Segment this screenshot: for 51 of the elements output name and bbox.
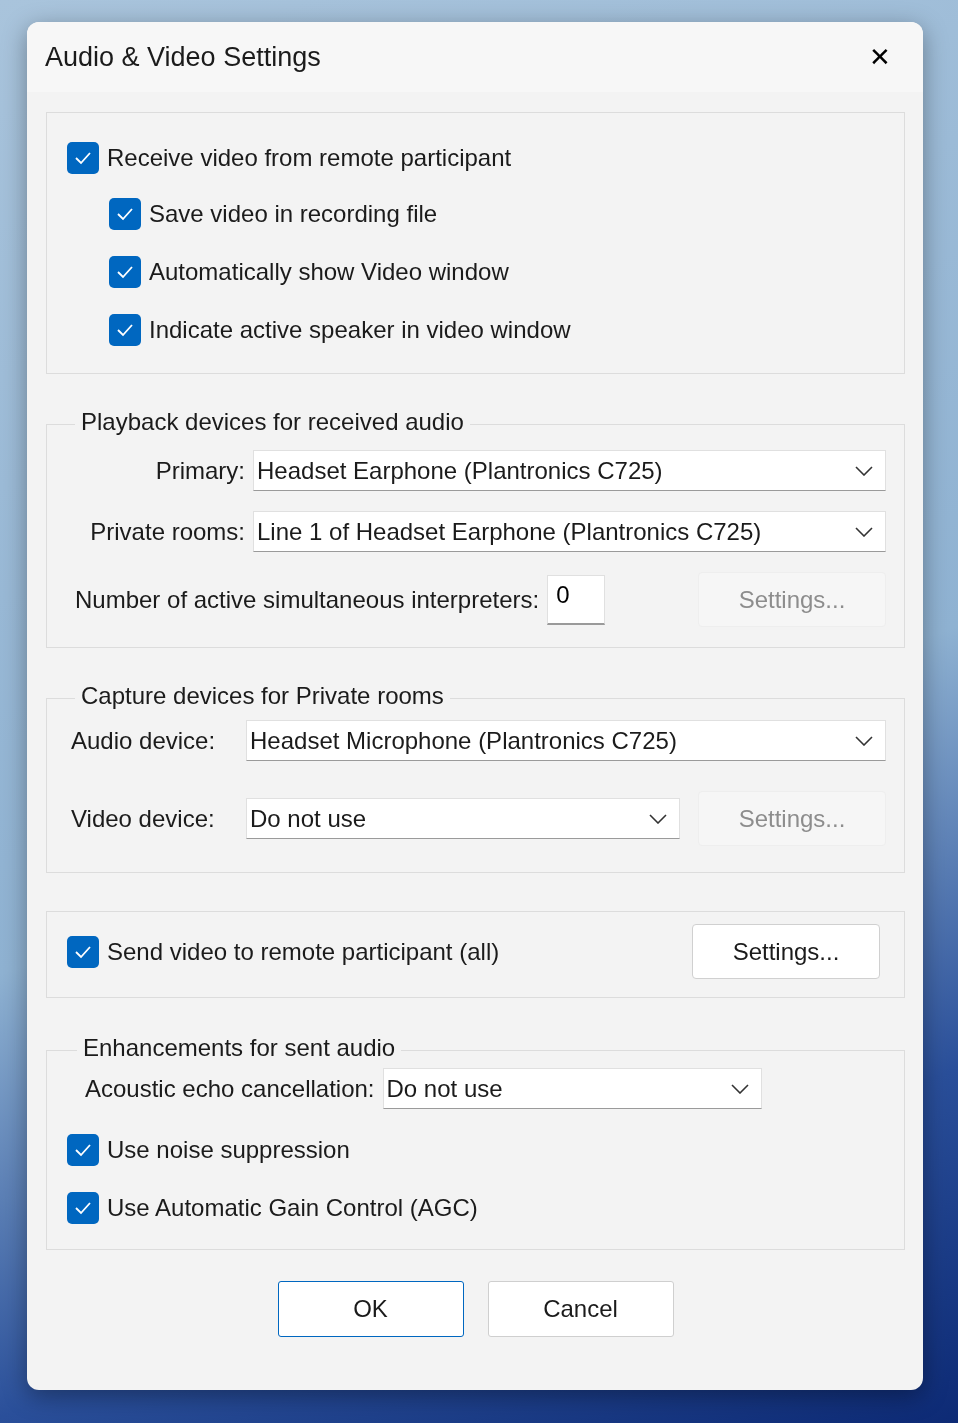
field-label: Primary: (154, 455, 245, 486)
checkbox[interactable] (109, 256, 141, 288)
chevron-down-icon (855, 465, 873, 476)
checkmark-icon (74, 1143, 92, 1157)
checkmark-icon (116, 207, 134, 221)
checkmark-icon (74, 944, 92, 959)
chevron-down-icon (649, 813, 667, 824)
dropdown-value: Headset Microphone (Plantronics C725) (250, 725, 677, 756)
field-label: Video device: (71, 803, 216, 834)
settings-button[interactable]: Settings... (692, 924, 880, 979)
checkbox[interactable] (67, 935, 99, 968)
field-label: Audio device: (71, 725, 217, 756)
checkbox-label[interactable]: Use Automatic Gain Control (AGC) (107, 1190, 478, 1226)
checkbox-label[interactable]: Receive video from remote participant (107, 140, 512, 176)
dropdown-value: Do not use (386, 1073, 503, 1104)
chevron-down-icon (855, 526, 873, 537)
dropdown[interactable]: Headset Microphone (Plantronics C725) (246, 720, 886, 761)
checkbox[interactable] (109, 198, 141, 230)
field-label: Acoustic echo cancellation: (85, 1073, 375, 1104)
chevron-down-icon (855, 735, 873, 746)
checkbox-label[interactable]: Use noise suppression (107, 1132, 350, 1168)
dropdown-value: Headset Earphone (Plantronics C725) (257, 455, 663, 486)
checkbox[interactable] (67, 142, 99, 174)
dropdown-value: Do not use (250, 803, 367, 834)
checkbox-label[interactable]: Save video in recording file (149, 196, 438, 232)
chevron-down-icon (730, 1083, 749, 1094)
checkbox[interactable] (67, 1192, 99, 1224)
field-label: Number of active simultaneous interpreters: (75, 584, 540, 615)
checkbox-label[interactable]: Automatically show Video window (149, 254, 509, 290)
field-label: Private rooms: (89, 516, 245, 547)
group-title: Playback devices for received audio (80, 410, 465, 434)
checkmark-icon (116, 323, 134, 337)
group-title: Enhancements for sent audio (82, 1036, 397, 1060)
checkbox[interactable] (109, 314, 141, 346)
close-button[interactable]: ✕ (855, 44, 905, 70)
dropdown-value: Line 1 of Headset Earphone (Plantronics C725) (257, 516, 762, 547)
checkbox-label[interactable]: Send video to remote participant (all) (107, 933, 500, 970)
checkbox-label[interactable]: Indicate active speaker in video window (149, 312, 571, 348)
checkmark-icon (74, 151, 92, 165)
dropdown[interactable]: Headset Earphone (Plantronics C725) (253, 450, 886, 491)
window-title: Audio & Video Settings (45, 40, 321, 74)
checkbox[interactable] (67, 1134, 99, 1166)
dropdown[interactable]: Line 1 of Headset Earphone (Plantronics C725) (253, 511, 886, 552)
cancel-button[interactable]: Cancel (487, 1281, 674, 1337)
ok-button[interactable]: OK (277, 1281, 464, 1337)
dropdown[interactable]: Do not use (246, 798, 680, 839)
number-input-field[interactable]: 0 (547, 574, 606, 625)
group-title: Capture devices for Private rooms (80, 684, 445, 708)
dropdown[interactable]: Do not use (382, 1068, 762, 1109)
checkmark-icon (116, 265, 134, 279)
checkmark-icon (74, 1201, 92, 1215)
